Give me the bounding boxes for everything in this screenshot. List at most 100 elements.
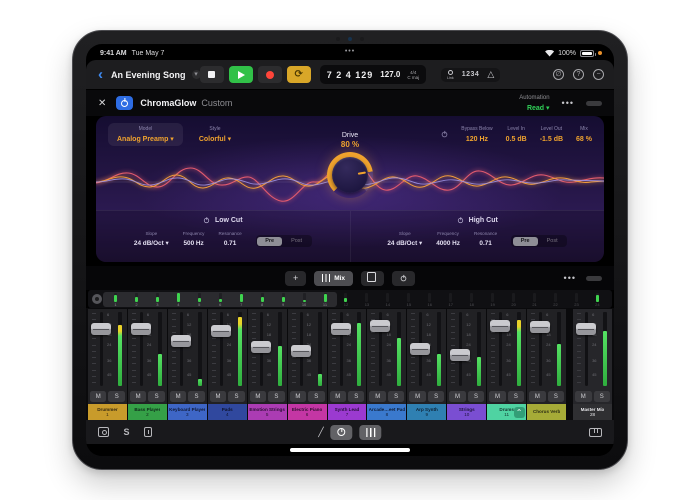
solo-button[interactable]: S	[594, 391, 610, 402]
overview-track-1[interactable]: 1	[105, 293, 126, 308]
overview-track-9[interactable]: 9	[273, 293, 294, 308]
low-cut-post-button[interactable]: Post	[283, 237, 310, 246]
low-cut-power-icon[interactable]	[204, 218, 209, 223]
track-name-bar[interactable]: Chorus Verb	[527, 404, 566, 420]
overview-track-12[interactable]: 12	[335, 293, 356, 308]
overview-track-24[interactable]: 24	[587, 293, 608, 308]
fader-handle[interactable]	[211, 325, 231, 337]
solo-button[interactable]: S	[348, 391, 364, 402]
minus-circle-icon[interactable]: −	[593, 69, 604, 80]
fader-handle[interactable]	[490, 320, 510, 332]
solo-button[interactable]: S	[548, 391, 564, 402]
fader-handle[interactable]	[291, 345, 311, 357]
track-name-bar[interactable]: Arp Synth 9	[407, 404, 446, 420]
track-name-bar[interactable]: Pads 4	[208, 404, 247, 420]
track-name-bar[interactable]: Electric Piano 6	[288, 404, 327, 420]
fader-handle[interactable]	[410, 343, 430, 355]
overview-track-21[interactable]: 21	[524, 293, 545, 308]
mix-control[interactable]: Mix 68 %	[576, 125, 592, 144]
high-cut-post-button[interactable]: Post	[539, 237, 566, 246]
overview-track-10[interactable]: 10	[294, 293, 315, 308]
solo-button[interactable]: S	[148, 391, 164, 402]
close-plugin-button[interactable]: ✕	[98, 98, 106, 109]
level-in-control[interactable]: Level In 0.5 dB	[506, 125, 527, 144]
overview-track-5[interactable]: 5	[189, 293, 210, 308]
help-circle-icon[interactable]: ?	[573, 69, 584, 80]
overview-track-14[interactable]: 14	[377, 293, 398, 308]
copy-button[interactable]	[361, 271, 384, 286]
mute-button[interactable]: M	[369, 391, 385, 402]
mixer-more-button[interactable]: •••	[564, 273, 576, 283]
fader-handle[interactable]	[370, 320, 390, 332]
browser-icon[interactable]	[98, 427, 109, 437]
plugin-power-button[interactable]	[116, 96, 133, 110]
high-cut-resonance[interactable]: Resonance0.71	[474, 230, 497, 247]
mixer-drag-handle[interactable]	[586, 276, 602, 281]
track-name-bar[interactable]: Synth Lead 7	[328, 404, 367, 420]
overview-track-17[interactable]: 17	[440, 293, 461, 308]
cycle-button[interactable]: ⟳	[287, 66, 311, 83]
overview-track-22[interactable]: 22	[545, 293, 566, 308]
track-name-bar[interactable]: Bass Player 2	[128, 404, 167, 420]
channel-strip-icon[interactable]	[144, 427, 152, 437]
low-cut-frequency[interactable]: Frequency500 Hz	[183, 230, 205, 247]
high-cut-pre-button[interactable]: Pre	[513, 237, 538, 246]
overview-track-3[interactable]: 3	[147, 293, 168, 308]
high-cut-power-icon[interactable]	[458, 218, 463, 223]
overview-track-8[interactable]: 8	[252, 293, 273, 308]
overview-track-2[interactable]: 2	[126, 293, 147, 308]
fader-handle[interactable]	[576, 323, 596, 335]
track-name-bar[interactable]: Master Mix 28	[573, 404, 612, 420]
track-name-bar[interactable]: Drums 11 ⌃	[487, 404, 526, 420]
bypass-power-icon[interactable]	[442, 132, 448, 138]
solo-button[interactable]: S	[468, 391, 484, 402]
play-button[interactable]	[229, 66, 253, 83]
controls-view-button[interactable]	[331, 425, 353, 440]
keyboard-icon[interactable]	[589, 428, 602, 437]
overview-track-13[interactable]: 13	[356, 293, 377, 308]
solo-button[interactable]: S	[108, 391, 124, 402]
overview-track-15[interactable]: 15	[398, 293, 419, 308]
mix-view-button[interactable]: Mix	[314, 271, 353, 286]
stop-button[interactable]	[200, 66, 224, 83]
fader-handle[interactable]	[450, 349, 470, 361]
lcd-display[interactable]: 7 2 4 129 127.0 4/4 C maj	[320, 65, 426, 84]
mute-button[interactable]: M	[330, 391, 346, 402]
mute-button[interactable]: M	[290, 391, 306, 402]
fader-handle[interactable]	[131, 323, 151, 335]
level-out-control[interactable]: Level Out -1.5 dB	[540, 125, 563, 144]
high-cut-frequency[interactable]: Frequency4000 Hz	[436, 230, 460, 247]
home-indicator[interactable]	[290, 448, 410, 452]
mute-button[interactable]: M	[449, 391, 465, 402]
solo-button[interactable]: S	[388, 391, 404, 402]
mute-button[interactable]: M	[250, 391, 266, 402]
fader-handle[interactable]	[91, 323, 111, 335]
fader-handle[interactable]	[530, 321, 550, 333]
pencil-icon[interactable]: ╱	[318, 427, 323, 438]
count-in-button[interactable]: 1234	[462, 71, 480, 78]
track-name-bar[interactable]: Strings 10	[447, 404, 486, 420]
low-cut-pre-button[interactable]: Pre	[257, 237, 282, 246]
automation-control[interactable]: Automation Read ▾	[519, 95, 549, 112]
mute-button[interactable]: M	[409, 391, 425, 402]
mute-button[interactable]: M	[130, 391, 146, 402]
high-cut-slope[interactable]: Slope24 dB/Oct ▾	[387, 230, 422, 247]
mute-button[interactable]: M	[575, 391, 591, 402]
solo-button[interactable]: S	[508, 391, 524, 402]
slash-circle-icon[interactable]: ∅	[553, 69, 564, 80]
disclosure-chevron-icon[interactable]: ⌃	[514, 407, 525, 418]
mute-button[interactable]: M	[170, 391, 186, 402]
multitask-dots[interactable]: •••	[345, 48, 355, 55]
plugins-cable-icon[interactable]: S	[121, 427, 132, 437]
low-cut-resonance[interactable]: Resonance0.71	[218, 230, 241, 247]
solo-button[interactable]: S	[228, 391, 244, 402]
solo-button[interactable]: S	[188, 391, 204, 402]
song-title-chevron-icon[interactable]: ▾	[192, 70, 201, 79]
overview-track-4[interactable]: 4	[168, 293, 189, 308]
fader-handle[interactable]	[251, 341, 271, 353]
more-options-button[interactable]: •••	[562, 98, 574, 108]
link-icon[interactable]: Link	[447, 70, 454, 80]
plugin-preset[interactable]: Custom	[201, 98, 232, 108]
overview-track-18[interactable]: 18	[461, 293, 482, 308]
style-selector[interactable]: Style Colorful ▾	[199, 125, 231, 144]
